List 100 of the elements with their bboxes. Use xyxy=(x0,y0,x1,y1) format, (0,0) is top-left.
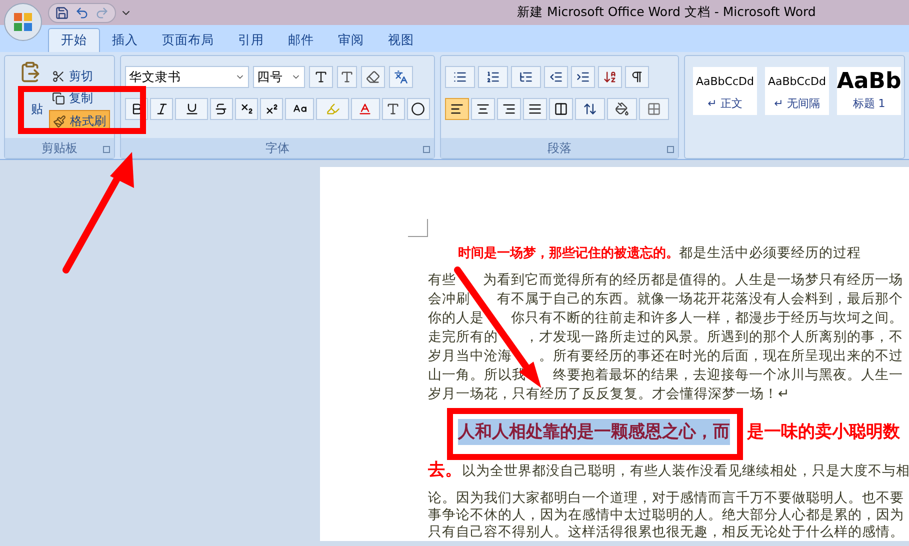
font-size-combobox[interactable]: 四号 xyxy=(253,66,305,88)
paste-label[interactable]: 贴 xyxy=(31,100,45,118)
ribbon-tab[interactable]: 审阅 xyxy=(326,28,376,52)
clear-format-button[interactable] xyxy=(361,66,385,88)
clipboard-icon xyxy=(19,61,41,83)
cut-button[interactable]: 剪切 xyxy=(49,66,110,86)
body-text: 你的人是 xyxy=(428,309,484,328)
margin-mark xyxy=(408,219,428,237)
multilevel-list-icon xyxy=(519,70,533,84)
enclose-character-icon xyxy=(411,102,426,116)
font-color-button[interactable] xyxy=(350,98,380,120)
ribbon-tab[interactable]: 邮件 xyxy=(276,28,326,52)
body-text: 终要抱着最坏的结果，去迎接每一个冰川与黑夜。人生一 xyxy=(553,366,903,385)
body-text-line: 只有自己容不得别人。这样活得很累也很无趣，相反无论处于什么样的感情。 xyxy=(428,524,905,541)
body-text: 有不属于自己的东西。就像一场花开花落没有人会料到，最后那个 xyxy=(497,290,903,309)
multilevel-list-button[interactable] xyxy=(511,66,541,88)
ribbon-tab[interactable]: 视图 xyxy=(376,28,426,52)
style-name: ↵ 正文 xyxy=(708,96,742,112)
subscript-button[interactable] xyxy=(235,98,258,120)
dialog-launcher-icon[interactable] xyxy=(423,146,430,153)
phonetic-guide-icon xyxy=(394,70,408,84)
align-button[interactable] xyxy=(549,98,573,120)
align-button[interactable] xyxy=(445,98,469,120)
save-icon[interactable] xyxy=(55,6,69,20)
increase-indent-button[interactable] xyxy=(571,66,595,88)
heading-text: 是一味的卖小聪明数 xyxy=(747,421,900,444)
style-name: 标题 1 xyxy=(852,96,886,112)
dialog-launcher-icon[interactable] xyxy=(667,146,674,153)
shrink-font-button[interactable] xyxy=(337,66,357,88)
body-text: 有些 xyxy=(428,271,456,290)
numbering-button[interactable] xyxy=(478,66,508,88)
window-title: 新建 Microsoft Office Word 文档 - Microsoft Word xyxy=(517,3,816,22)
decrease-indent-button[interactable] xyxy=(544,66,568,88)
font-name-combobox[interactable]: 华文隶书 xyxy=(125,66,249,88)
align-button[interactable] xyxy=(523,98,547,120)
line-spacing-button[interactable] xyxy=(575,98,605,120)
italic-button[interactable] xyxy=(150,98,174,120)
style-swatch[interactable]: AaBbCcDd ↵ 无间隔 xyxy=(765,67,829,115)
shading-button[interactable] xyxy=(607,98,637,120)
ribbon-tab[interactable]: 引用 xyxy=(226,28,276,52)
body-text: 你只有不断的往前走和许多人一样，都漫步于经历与坎坷之间。 xyxy=(511,309,903,328)
body-text-line: 事争论不休的人，因为在感情中太过聪明的人。绝大部分人心都是累的，因为 xyxy=(428,507,905,524)
subscript-icon xyxy=(240,102,254,116)
change-case-button[interactable] xyxy=(285,98,314,120)
underline-icon xyxy=(184,102,199,116)
heading-text: 去。 xyxy=(428,460,462,480)
body-text: 为看到它而觉得所有的经历都是值得的。人生是一场梦只有经历一场 xyxy=(483,271,903,290)
body-text: 会冲刷 xyxy=(428,290,470,309)
bullets-button[interactable] xyxy=(445,66,475,88)
underline-button[interactable] xyxy=(175,98,208,120)
shrink-font-icon xyxy=(340,70,354,84)
highlight-icon xyxy=(326,102,340,116)
scissors-icon xyxy=(52,70,65,82)
strikethrough-button[interactable] xyxy=(210,98,234,120)
office-logo-icon xyxy=(13,12,33,32)
phonetic-guide-button[interactable] xyxy=(389,66,413,88)
style-swatch[interactable]: AaBbCcDd ↵ 正文 xyxy=(693,67,757,115)
body-text: 以为全世界都没自己聪明，有些人装作没看见继续相处，只是大度不与相 xyxy=(462,463,909,479)
sort-button[interactable] xyxy=(598,66,622,88)
copy-icon xyxy=(52,92,65,104)
sort-icon xyxy=(603,70,617,84)
body-text: 。所有要经历的事还在时光的后面，现在所呈现出来的不过 xyxy=(539,347,903,366)
brush-icon xyxy=(53,114,66,128)
heading-text: 时间是一场梦，那些记住的被遗忘的。 xyxy=(458,246,679,261)
clear-format-icon xyxy=(366,70,380,84)
body-text-line: 论。因为我们大家都明白一个道理，对于感情而言千万不要做聪明人。也不要 xyxy=(428,490,905,507)
show-marks-icon xyxy=(630,70,644,84)
ribbon-tab[interactable]: 页面布局 xyxy=(150,28,226,52)
dialog-launcher-icon[interactable] xyxy=(103,146,110,153)
superscript-button[interactable] xyxy=(260,98,284,120)
character-shading-button[interactable] xyxy=(382,98,405,120)
style-sample: AaBbCcDd xyxy=(768,74,826,90)
style-name: ↵ 无间隔 xyxy=(774,96,820,112)
undo-icon[interactable] xyxy=(75,6,89,20)
enclose-character-button[interactable] xyxy=(406,98,430,120)
style-swatch[interactable]: AaBb 标题 1 xyxy=(837,67,901,115)
align-button[interactable] xyxy=(497,98,521,120)
strikethrough-icon xyxy=(214,102,228,116)
show-marks-button[interactable] xyxy=(625,66,649,88)
superscript-icon xyxy=(264,102,279,116)
borders-button[interactable] xyxy=(639,98,669,120)
align-icon xyxy=(554,102,568,116)
group-label: 剪贴板 xyxy=(42,140,78,157)
align-button[interactable] xyxy=(471,98,495,120)
body-text: 岁月一场花，只有经历了反反复复。才会懂得深梦一场！↵ xyxy=(428,385,790,404)
style-sample: AaBbCcDd xyxy=(696,74,754,90)
group-label: 段落 xyxy=(548,140,572,157)
body-text: 都是生活中必须要经历的过程 xyxy=(679,245,861,261)
ribbon-tab[interactable]: 开始 xyxy=(48,28,100,52)
numbering-icon xyxy=(486,70,500,84)
ribbon-tab[interactable]: 插入 xyxy=(100,28,150,52)
copy-button[interactable]: 复制 xyxy=(49,88,110,108)
line-spacing-icon xyxy=(583,102,597,116)
body-text: 岁月当中沧海 xyxy=(428,347,512,366)
grow-font-icon xyxy=(314,70,328,84)
align-icon xyxy=(528,102,542,116)
decrease-indent-icon xyxy=(549,70,563,84)
style-sample: AaBb xyxy=(837,70,901,94)
grow-font-button[interactable] xyxy=(309,66,333,88)
borders-icon xyxy=(647,102,661,116)
